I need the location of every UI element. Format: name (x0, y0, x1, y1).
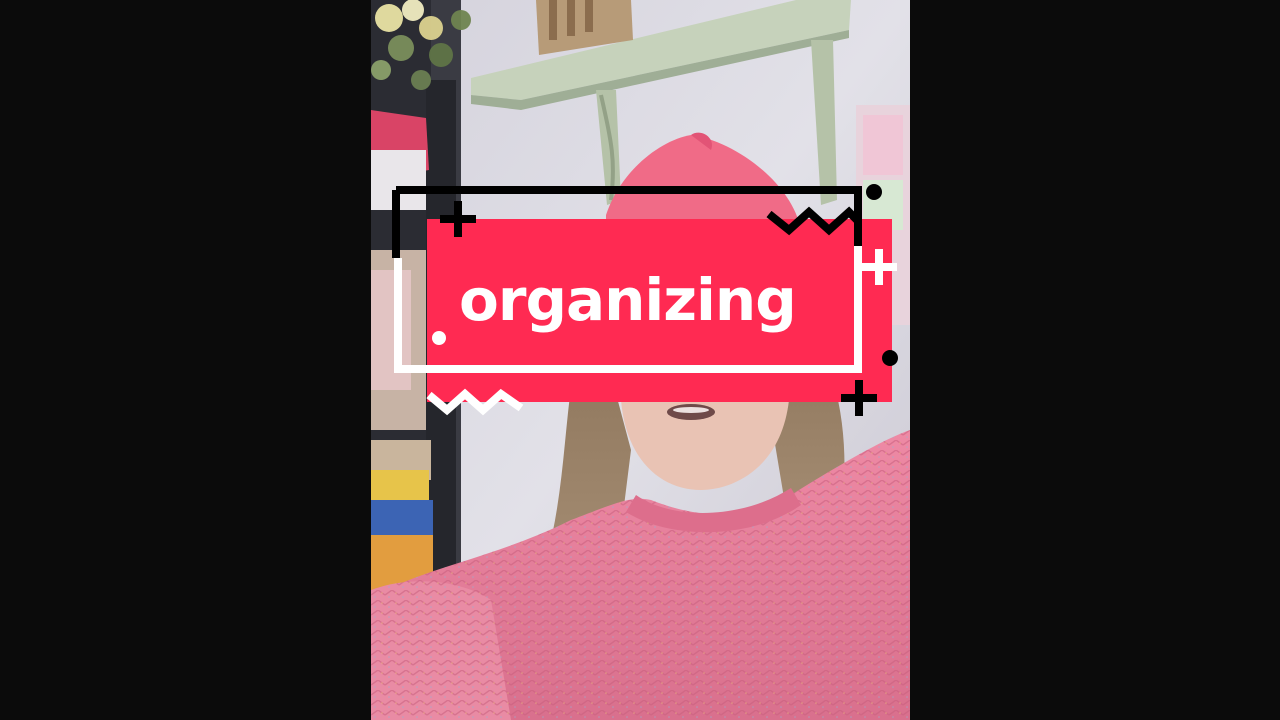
video-frame[interactable]: organizing (371, 0, 910, 720)
dot-icon (866, 184, 882, 200)
dot-icon (432, 331, 446, 345)
dot-icon (882, 350, 898, 366)
caption-text: organizing (459, 266, 797, 334)
video-still (371, 0, 910, 720)
video-player: organizing (0, 0, 1280, 720)
